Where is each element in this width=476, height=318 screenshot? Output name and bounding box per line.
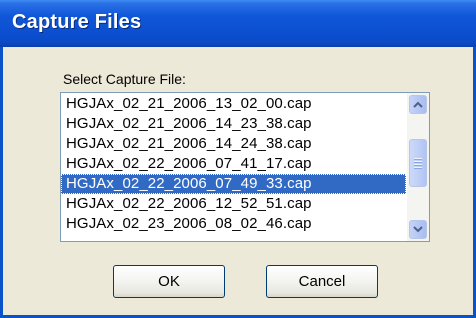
list-item[interactable]: HGJAx_02_22_2006_12_52_51.cap bbox=[61, 194, 406, 214]
list-item[interactable]: HGJAx_02_22_2006_07_41_17.cap bbox=[61, 154, 406, 174]
chevron-up-icon bbox=[413, 101, 423, 108]
select-capture-file-label: Select Capture File: bbox=[63, 71, 186, 87]
scroll-up-button[interactable] bbox=[409, 95, 427, 114]
capture-files-dialog: Capture Files Select Capture File: HGJAx… bbox=[0, 0, 476, 318]
capture-file-list: HGJAx_02_21_2006_13_02_00.cap HGJAx_02_2… bbox=[61, 94, 406, 234]
list-item[interactable]: HGJAx_02_21_2006_14_23_38.cap bbox=[61, 114, 406, 134]
list-item[interactable]: HGJAx_02_21_2006_14_24_38.cap bbox=[61, 134, 406, 154]
list-item[interactable]: HGJAx_02_21_2006_13_02_00.cap bbox=[61, 94, 406, 114]
window-title: Capture Files bbox=[12, 11, 142, 33]
vertical-scrollbar[interactable] bbox=[407, 93, 429, 241]
title-bar[interactable]: Capture Files bbox=[0, 0, 476, 47]
ok-button[interactable]: OK bbox=[113, 265, 225, 298]
capture-file-listbox[interactable]: HGJAx_02_21_2006_13_02_00.cap HGJAx_02_2… bbox=[60, 92, 430, 242]
list-item-selected[interactable]: HGJAx_02_22_2006_07_49_33.cap bbox=[61, 174, 406, 194]
cancel-button[interactable]: Cancel bbox=[266, 265, 378, 298]
chevron-down-icon bbox=[413, 226, 423, 233]
scroll-down-button[interactable] bbox=[409, 220, 427, 239]
scroll-thumb[interactable] bbox=[409, 139, 427, 187]
grip-icon bbox=[414, 157, 422, 170]
list-item[interactable]: HGJAx_02_23_2006_08_02_46.cap bbox=[61, 214, 406, 234]
